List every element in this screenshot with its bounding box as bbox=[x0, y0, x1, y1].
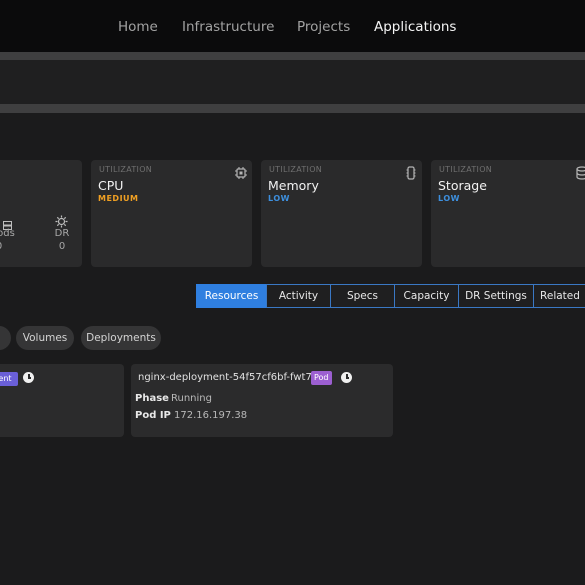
memory-level: LOW bbox=[268, 194, 290, 203]
stat-dr-label: DR bbox=[54, 228, 70, 239]
phase-value: Running bbox=[171, 393, 212, 404]
cpu-title: CPU bbox=[98, 178, 124, 193]
resource-card-pod[interactable]: nginx-deployment-54f57cf6bf-fwt7p Pod Ph… bbox=[131, 364, 393, 437]
breadcrumb-divider bbox=[0, 104, 585, 113]
top-nav-bar: Home Infrastructure Projects Application… bbox=[0, 0, 585, 52]
tab-related[interactable]: Related bbox=[533, 284, 585, 308]
memory-utilization-card[interactable]: UTILIZATION Memory LOW bbox=[261, 160, 422, 267]
server-icon bbox=[3, 215, 12, 230]
nav-home[interactable]: Home bbox=[118, 0, 158, 52]
storage-level: LOW bbox=[438, 194, 460, 203]
nav-applications[interactable]: Applications bbox=[374, 0, 456, 52]
nav-infrastructure[interactable]: Infrastructure bbox=[182, 0, 274, 52]
cpu-utilization-card[interactable]: UTILIZATION CPU MEDIUM bbox=[91, 160, 252, 267]
sub-header bbox=[0, 60, 585, 104]
storage-utilization-card[interactable]: UTILIZATION Storage LOW bbox=[431, 160, 585, 267]
utilization-caption: UTILIZATION bbox=[99, 165, 153, 174]
pod-badge: Pod bbox=[311, 371, 332, 385]
storage-title: Storage bbox=[438, 178, 487, 193]
filter-chip-deployments[interactable]: Deployments bbox=[81, 326, 161, 350]
memory-icon bbox=[404, 165, 418, 180]
pod-ip-label: Pod IP bbox=[135, 410, 171, 421]
pod-name: nginx-deployment-54f57cf6bf-fwt7p bbox=[138, 372, 319, 383]
cpu-level: MEDIUM bbox=[98, 194, 139, 203]
tab-activity[interactable]: Activity bbox=[266, 284, 331, 308]
header-divider bbox=[0, 52, 585, 60]
tab-capacity[interactable]: Capacity bbox=[394, 284, 459, 308]
tab-resources[interactable]: Resources bbox=[196, 284, 267, 308]
clock-icon bbox=[23, 372, 34, 383]
tab-dr-settings[interactable]: DR Settings bbox=[458, 284, 534, 308]
pod-ip-value: 172.16.197.38 bbox=[174, 410, 248, 421]
stat-pods-value: 0 bbox=[0, 241, 5, 252]
nav-projects[interactable]: Projects bbox=[297, 0, 350, 52]
utilization-caption: UTILIZATION bbox=[439, 165, 493, 174]
tab-specs[interactable]: Specs bbox=[330, 284, 395, 308]
summary-card: ods 0 DR 0 bbox=[0, 160, 82, 267]
clock-icon bbox=[341, 372, 352, 383]
utilization-caption: UTILIZATION bbox=[269, 165, 323, 174]
filter-chip-partial[interactable] bbox=[0, 326, 11, 350]
phase-label: Phase bbox=[135, 393, 169, 404]
resource-card[interactable]: ent bbox=[0, 364, 124, 437]
memory-title: Memory bbox=[268, 178, 319, 193]
database-icon bbox=[575, 165, 585, 180]
filter-chip-volumes[interactable]: Volumes bbox=[16, 326, 74, 350]
dr-gear-icon bbox=[55, 213, 68, 228]
resource-type-badge: ent bbox=[0, 372, 18, 386]
stat-pods-label: ods bbox=[0, 228, 15, 239]
stat-dr-value: 0 bbox=[58, 241, 66, 252]
chip-icon bbox=[234, 165, 248, 179]
